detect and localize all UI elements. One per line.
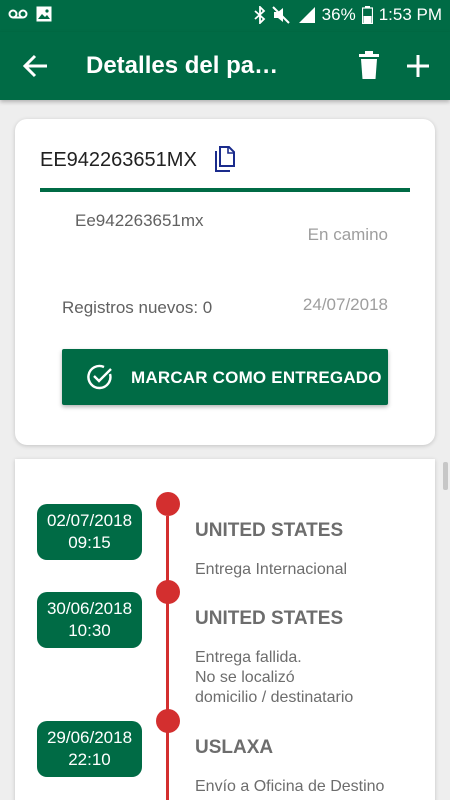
image-icon — [36, 6, 52, 22]
battery-percent: 36% — [321, 5, 356, 24]
timeline-dot — [156, 580, 180, 604]
tracking-code: EE942263651MX — [40, 149, 197, 171]
app-bar: Detalles del pa… — [0, 32, 450, 100]
new-records-count: Registros nuevos: 0 — [62, 298, 213, 317]
event-date: 29/06/2018 — [46, 728, 133, 747]
event-timestamp: 02/07/2018 09:15 — [37, 504, 142, 560]
mark-delivered-button[interactable]: MARCAR COMO ENTREGADO — [62, 349, 388, 405]
mark-delivered-label: MARCAR COMO ENTREGADO — [131, 368, 382, 387]
package-summary-card: EE942263651MX Ee942263651mx En camino Re… — [15, 119, 435, 445]
clock: 1:53 PM — [378, 5, 442, 24]
back-arrow-icon[interactable] — [20, 50, 52, 82]
mute-icon — [271, 6, 290, 24]
event-location: UNITED STATES — [195, 608, 344, 629]
event-timestamp: 30/06/2018 10:30 — [37, 592, 142, 648]
event-description: Entrega fallida. No se localizó domicili… — [195, 649, 354, 706]
package-status: En camino — [307, 225, 388, 244]
copy-icon[interactable] — [213, 146, 237, 172]
event-date: 02/07/2018 — [46, 511, 133, 530]
page-title: Detalles del pa… — [86, 52, 279, 79]
voicemail-icon — [8, 9, 28, 19]
status-left-icons — [8, 6, 52, 22]
event-date: 30/06/2018 — [46, 599, 133, 618]
event-time: 10:30 — [68, 621, 111, 640]
check-circle-icon — [87, 364, 112, 390]
event-location: USLAXA — [195, 737, 274, 758]
timeline-dot — [156, 709, 180, 733]
tracking-history-card: 02/07/2018 09:15 UNITED STATES Entrega I… — [15, 459, 435, 800]
scrollbar-thumb[interactable] — [443, 462, 448, 490]
delete-icon[interactable] — [354, 50, 384, 82]
event-description: Envío a Oficina de Destino — [195, 778, 385, 795]
package-date: 24/07/2018 — [302, 295, 388, 314]
battery-icon — [361, 6, 373, 24]
event-location: UNITED STATES — [195, 520, 344, 541]
event-timestamp: 29/06/2018 22:10 — [37, 721, 142, 777]
tracking-code-underline — [40, 188, 410, 192]
timeline-dot — [156, 492, 180, 516]
status-right-icons: 36% 1:53 PM — [254, 5, 442, 25]
add-icon[interactable] — [402, 50, 434, 82]
status-bar: 36% 1:53 PM — [0, 0, 450, 32]
signal-icon — [298, 7, 315, 23]
event-time: 22:10 — [68, 750, 111, 769]
bluetooth-icon — [254, 6, 265, 24]
package-alias: Ee942263651mx — [75, 211, 204, 230]
event-time: 09:15 — [68, 533, 111, 552]
event-description: Entrega Internacional — [195, 561, 348, 578]
timeline-line — [166, 516, 169, 800]
